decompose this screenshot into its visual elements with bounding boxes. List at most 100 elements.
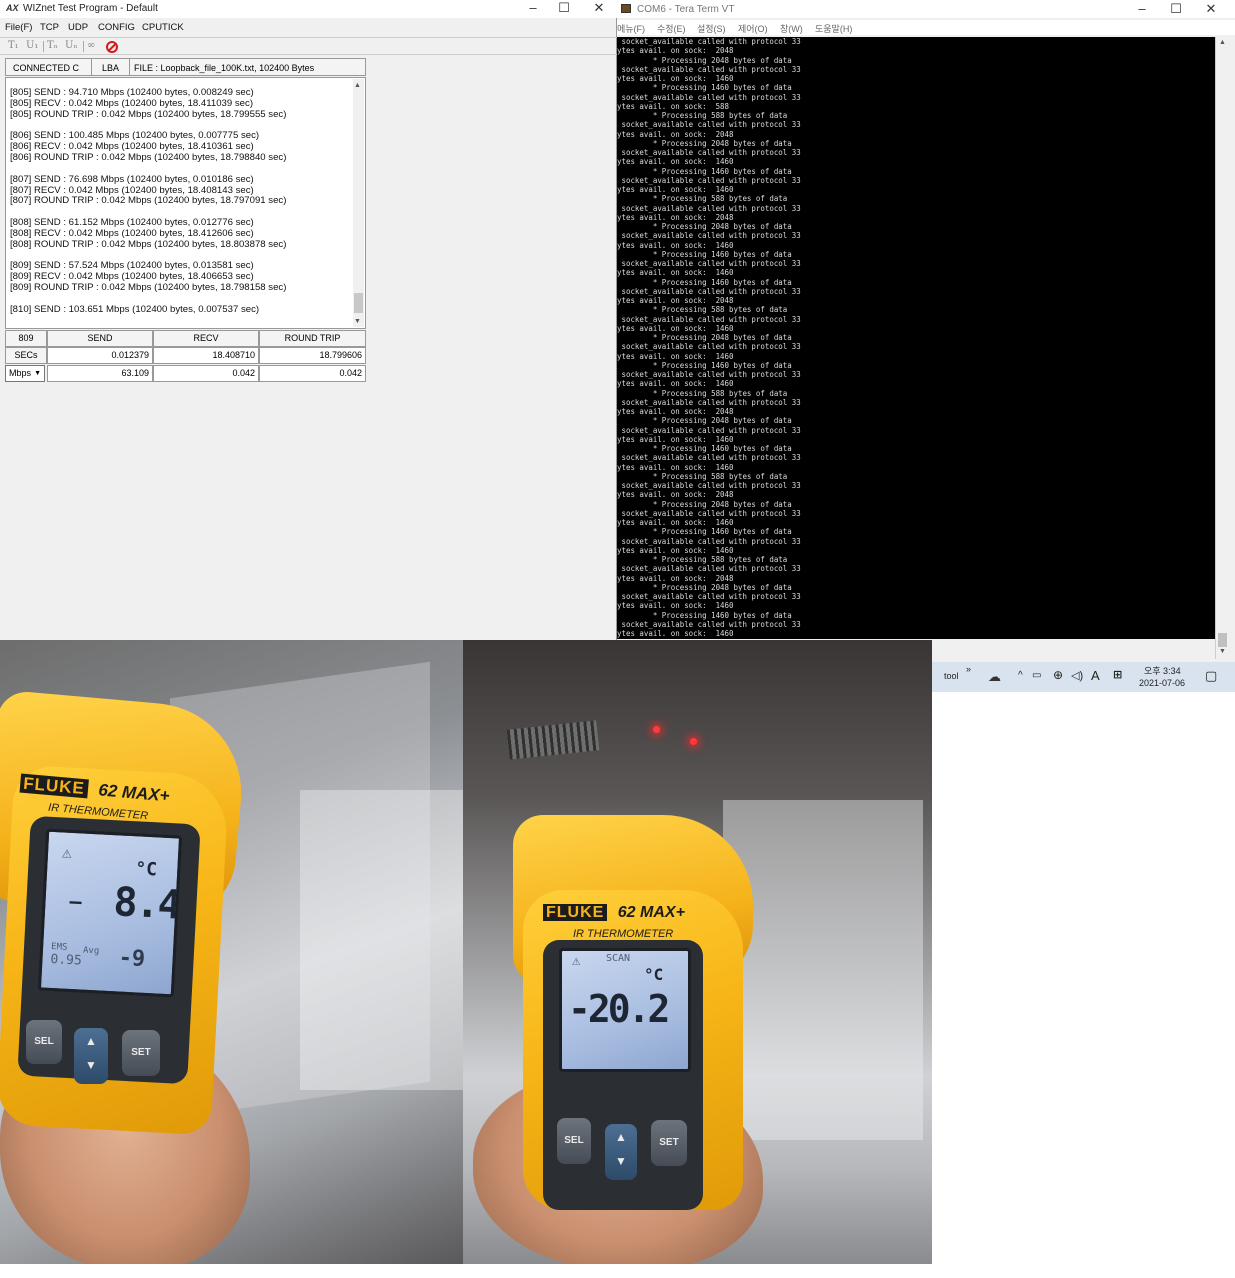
red-led xyxy=(653,726,660,733)
mbps-send: 63.109 xyxy=(47,365,153,382)
chevron-up-icon[interactable]: ^ xyxy=(1018,670,1023,681)
menu-edit[interactable]: 수정(E) xyxy=(657,22,686,35)
loop-icon[interactable]: ∞ xyxy=(87,40,95,51)
minimize-button[interactable]: – xyxy=(1135,2,1149,16)
menu-file[interactable]: 메뉴(F) xyxy=(617,22,645,35)
header-round-trip: ROUND TRIP xyxy=(259,330,366,347)
toolbar-separator xyxy=(83,41,84,52)
terminal-line: socket_available called with protocol 33 xyxy=(617,37,801,46)
udp-single-icon[interactable]: U₁ xyxy=(26,40,38,51)
secs-send: 0.012379 xyxy=(47,347,153,364)
maximize-button[interactable]: ☐ xyxy=(1169,2,1183,16)
speaker-icon[interactable]: ◁) xyxy=(1071,669,1083,682)
battery-icon[interactable]: ▭ xyxy=(1032,670,1041,681)
maximize-button[interactable]: ☐ xyxy=(557,1,571,15)
red-led xyxy=(690,738,697,745)
terminal-scrollbar[interactable]: ▲ ▼ xyxy=(1215,37,1228,659)
mbps-recv: 0.042 xyxy=(153,365,259,382)
menu-file[interactable]: File(F) xyxy=(5,22,32,33)
terminal-line: socket_available called with protocol 33 xyxy=(617,120,801,130)
sel-button: SEL xyxy=(26,1020,62,1064)
terminal-line: socket_available called with protocol 33 xyxy=(617,592,801,601)
scroll-up-icon[interactable]: ▲ xyxy=(1219,39,1226,46)
terminal-line: * Processing 588 bytes of data xyxy=(617,388,788,398)
terminal-line: socket_available called with protocol 33 xyxy=(617,508,801,518)
notification-icon[interactable]: ▢ xyxy=(1205,668,1217,684)
log-scrollbar[interactable]: ▲ ▼ xyxy=(353,79,364,327)
freezer-panel xyxy=(723,800,923,1140)
tcp-multi-icon[interactable]: Tₙ xyxy=(47,40,58,51)
toolbar-tool-label[interactable]: tool xyxy=(944,671,959,681)
terminal-line: ytes avail. on sock: 1460 xyxy=(617,74,734,83)
menu-setup[interactable]: 설정(S) xyxy=(697,22,726,35)
terminal-line: ytes avail. on sock: 1460 xyxy=(617,629,734,638)
tcp-single-icon[interactable]: T₁ xyxy=(8,40,19,51)
subtitle-label: IR THERMOMETER xyxy=(573,928,674,940)
terminal-line: * Processing 2048 bytes of data xyxy=(617,333,792,342)
terminal-line: ytes avail. on sock: 1460 xyxy=(617,601,734,611)
terminal-line: * Processing 1460 bytes of data xyxy=(617,83,792,93)
menu-tcp[interactable]: TCP xyxy=(40,22,59,33)
terminal-line: socket_available called with protocol 33 xyxy=(617,92,801,102)
log-output[interactable]: [805] SEND : 94.710 Mbps (102400 bytes, … xyxy=(5,77,366,329)
set-button: SET xyxy=(651,1120,687,1166)
scroll-thumb[interactable] xyxy=(1218,633,1227,647)
scroll-down-icon[interactable]: ▼ xyxy=(354,317,361,328)
scroll-thumb[interactable] xyxy=(354,293,363,313)
log-group: [808] SEND : 61.152 Mbps (102400 bytes, … xyxy=(10,217,365,251)
ime-indicator[interactable]: A xyxy=(1091,668,1100,683)
photo-thermometer-left: FLUKE 62 MAX+ IR THERMOMETER ⚠ °C – 8.4 … xyxy=(0,640,463,1264)
terminal-line: * Processing 588 bytes of data xyxy=(617,471,788,481)
terminal-output[interactable]: socket_available called with protocol 33… xyxy=(617,37,1215,639)
log-line: [809] ROUND TRIP : 0.042 Mbps (102400 by… xyxy=(10,282,287,294)
terminal-line: * Processing 1460 bytes of data xyxy=(617,610,792,620)
photo-thermometer-right: FLUKE 62 MAX+ IR THERMOMETER ⚠ SCAN °C -… xyxy=(463,640,932,1264)
terminal-line: ytes avail. on sock: 1460 xyxy=(617,157,734,167)
stop-icon[interactable] xyxy=(106,41,118,53)
terminal-line: * Processing 2048 bytes of data xyxy=(617,55,792,65)
arrow-up-icon: ▲ xyxy=(85,1034,97,1048)
terminal-line: * Processing 1460 bytes of data xyxy=(617,166,792,176)
secs-label: SECs xyxy=(5,347,47,364)
unit-select[interactable]: Mbps ▼ xyxy=(5,365,45,382)
cloud-icon[interactable]: ☁ xyxy=(988,669,1001,685)
menu-config[interactable]: CONFIG xyxy=(98,22,135,33)
terminal-line: socket_available called with protocol 33 xyxy=(617,342,801,352)
menu-udp[interactable]: UDP xyxy=(68,22,88,33)
terminal-line: ytes avail. on sock: 1460 xyxy=(617,185,734,194)
menubar: File(F) TCP UDP CONFIG CPUTICK xyxy=(0,20,617,36)
secs-round-trip: 18.799606 xyxy=(259,347,366,364)
chevron-right-icon[interactable]: » xyxy=(966,664,971,674)
clock-time[interactable]: 오후 3:34 xyxy=(1144,664,1181,677)
menu-help[interactable]: 도움말(H) xyxy=(815,22,852,35)
terminal-line: * Processing 2048 bytes of data xyxy=(617,582,792,592)
arrow-down-icon: ▼ xyxy=(615,1154,627,1168)
log-group: [807] SEND : 76.698 Mbps (102400 bytes, … xyxy=(10,174,365,208)
menu-cputick[interactable]: CPUTICK xyxy=(142,22,184,33)
minimize-button[interactable]: – xyxy=(526,1,540,15)
globe-icon[interactable]: ⊕ xyxy=(1053,668,1063,682)
temperature-reading: -20.2 xyxy=(568,987,670,1031)
terminal-line: * Processing 588 bytes of data xyxy=(617,555,788,564)
sel-button: SEL xyxy=(557,1118,591,1164)
terminal-line: socket_available called with protocol 33 xyxy=(617,619,801,629)
terminal-line: socket_available called with protocol 33 xyxy=(617,453,801,463)
taskbar: tool » ☁ ^ ▭ ⊕ ◁) A ⊞ 오후 3:34 2021-07-06… xyxy=(932,662,1235,692)
close-button[interactable]: ✕ xyxy=(1204,2,1218,16)
clock-date[interactable]: 2021-07-06 xyxy=(1139,678,1185,688)
scroll-up-icon[interactable]: ▲ xyxy=(354,81,361,92)
keyboard-icon[interactable]: ⊞ xyxy=(1113,668,1122,681)
terminal-line: socket_available called with protocol 33 xyxy=(617,175,801,185)
header-recv: RECV xyxy=(153,330,259,347)
emissivity-value: 0.95 xyxy=(50,951,83,969)
menu-control[interactable]: 제어(O) xyxy=(738,22,768,35)
terminal-line: ytes avail. on sock: 1460 xyxy=(617,351,734,361)
close-button[interactable]: ✕ xyxy=(592,1,606,15)
menu-window[interactable]: 창(W) xyxy=(780,22,803,35)
log-group: [806] SEND : 100.485 Mbps (102400 bytes,… xyxy=(10,130,365,164)
arrow-down-icon: ▼ xyxy=(85,1058,97,1072)
terminal-line: * Processing 1460 bytes of data xyxy=(617,249,792,259)
terminal-line: ytes avail. on sock: 2048 xyxy=(617,46,734,56)
scroll-down-icon[interactable]: ▼ xyxy=(1219,648,1226,655)
udp-multi-icon[interactable]: Uₙ xyxy=(65,40,78,51)
